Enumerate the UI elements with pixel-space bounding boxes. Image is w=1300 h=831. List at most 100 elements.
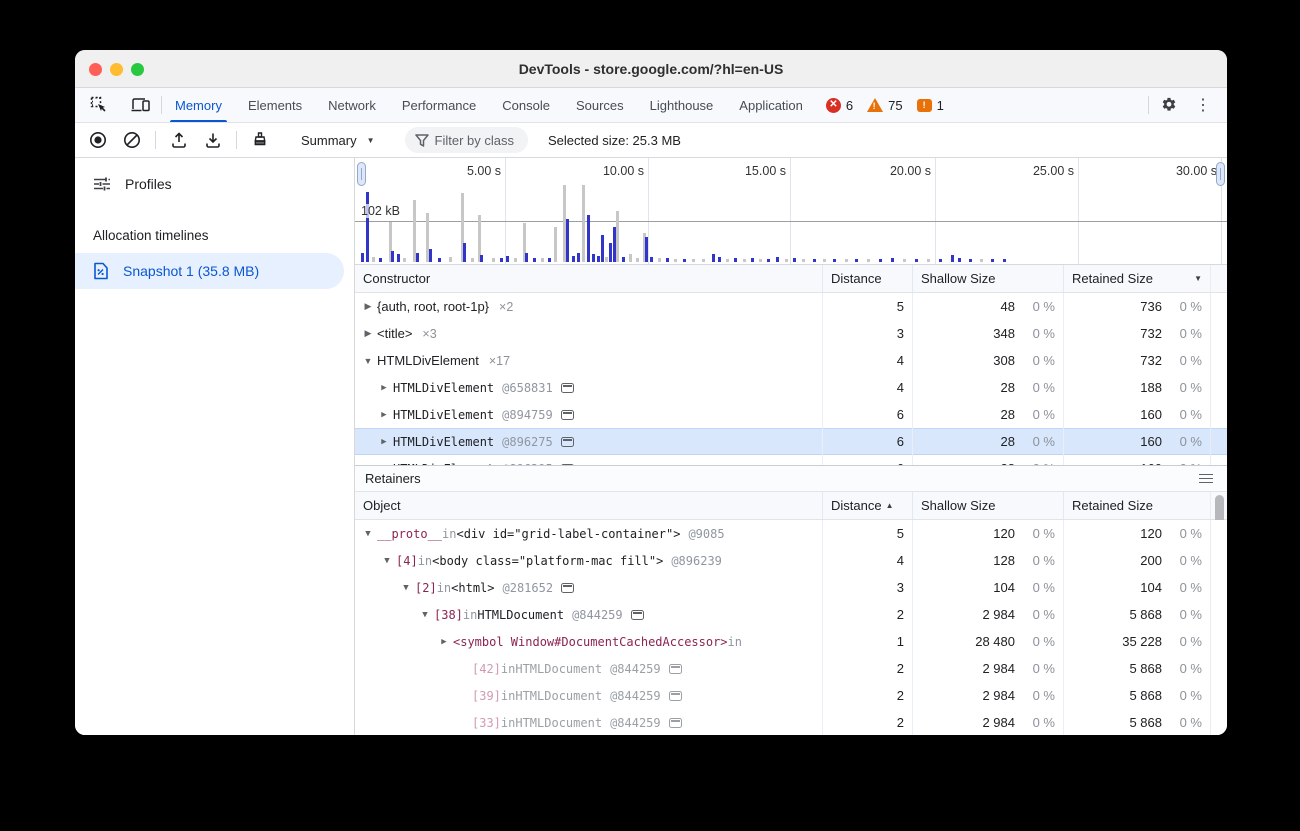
retainer-row[interactable]: ▼[4] in <body class="platform-mac fill">… xyxy=(355,547,1227,574)
tab-performance[interactable]: Performance xyxy=(389,88,489,122)
issues-icon: ! xyxy=(917,99,932,112)
section-grip-icon[interactable] xyxy=(1199,474,1217,484)
retained-size-value: 160 xyxy=(1140,407,1162,422)
save-profile-icon[interactable] xyxy=(198,127,228,153)
tab-memory[interactable]: Memory xyxy=(162,88,235,122)
reveal-in-elements-icon[interactable] xyxy=(561,437,574,447)
retainer-in-label: in xyxy=(418,554,432,568)
snapshot-file-icon xyxy=(93,262,109,280)
expand-collapse-icon[interactable]: ▼ xyxy=(363,356,373,366)
tab-lighthouse[interactable]: Lighthouse xyxy=(637,88,727,122)
allocation-bar xyxy=(592,254,595,262)
allocation-timeline-chart[interactable]: 102 kB 5.00 s10.00 s15.00 s20.00 s25.00 … xyxy=(355,158,1227,265)
clear-profiles-icon[interactable] xyxy=(117,127,147,153)
retainer-in-label: in xyxy=(501,716,515,730)
cell-distance: 2 xyxy=(822,655,912,682)
reveal-in-elements-icon[interactable] xyxy=(561,383,574,393)
expand-arrow-icon[interactable]: ▶ xyxy=(363,328,373,339)
column-shallow-size[interactable]: Shallow Size xyxy=(912,265,1063,292)
cell-object: [33] in HTMLDocument@844259 xyxy=(355,716,822,730)
constructor-row[interactable]: ▶<title>×333480 %7320 % xyxy=(355,320,1227,347)
retainers-table-header: Object Distance▲ Shallow Size Retained S… xyxy=(355,492,1227,520)
class-filter-input[interactable]: Filter by class xyxy=(405,127,528,153)
distance-value: 2 xyxy=(897,661,904,676)
range-handle-left[interactable] xyxy=(357,162,366,186)
expand-collapse-icon[interactable]: ▼ xyxy=(382,556,392,566)
expand-arrow-icon[interactable]: ▶ xyxy=(363,301,373,312)
expand-collapse-icon[interactable]: ▼ xyxy=(401,583,411,593)
constructor-scrollbar[interactable] xyxy=(1210,265,1227,292)
column-distance[interactable]: Distance▲ xyxy=(822,492,912,519)
column-retained-size[interactable]: Retained Size xyxy=(1063,492,1210,519)
error-count-badge[interactable]: ✕ 6 xyxy=(826,98,853,113)
expand-arrow-icon[interactable]: ▶ xyxy=(379,464,389,466)
retainers-section-bar[interactable]: Retainers xyxy=(355,465,1227,492)
reveal-in-elements-icon[interactable] xyxy=(669,691,682,701)
memory-scale-label: 102 kB xyxy=(359,204,402,218)
settings-gear-icon[interactable] xyxy=(1155,92,1183,118)
reveal-in-elements-icon[interactable] xyxy=(669,664,682,674)
load-profile-icon[interactable] xyxy=(164,127,194,153)
reveal-in-elements-icon[interactable] xyxy=(669,718,682,728)
profiles-header[interactable]: Profiles xyxy=(75,166,354,202)
timeline-gridline xyxy=(935,158,936,264)
retainers-title: Retainers xyxy=(365,471,421,486)
constructor-row[interactable]: ▶HTMLDivElement@8962956280 %1600 % xyxy=(355,455,1227,465)
column-constructor[interactable]: Constructor xyxy=(355,271,822,286)
retainer-row[interactable]: [42] in HTMLDocument@84425922 9840 %5 86… xyxy=(355,655,1227,682)
constructor-row[interactable]: ▶HTMLDivElement@8962756280 %1600 % xyxy=(355,428,1227,455)
constructor-row[interactable]: ▶HTMLDivElement@6588314280 %1880 % xyxy=(355,374,1227,401)
tab-sources[interactable]: Sources xyxy=(563,88,637,122)
column-shallow-size[interactable]: Shallow Size xyxy=(912,492,1063,519)
cell-distance: 1 xyxy=(822,628,912,655)
cell-distance: 5 xyxy=(822,520,912,547)
reveal-in-elements-icon[interactable] xyxy=(561,583,574,593)
constructor-row[interactable]: ▶HTMLDivElement@8947596280 %1600 % xyxy=(355,401,1227,428)
shallow-size-value: 2 984 xyxy=(982,661,1015,676)
kebab-menu-icon[interactable]: ⋮ xyxy=(1189,92,1217,118)
device-toolbar-icon[interactable] xyxy=(127,92,155,118)
range-handle-right[interactable] xyxy=(1216,162,1225,186)
column-retained-size[interactable]: Retained Size▼ xyxy=(1063,265,1210,292)
retainers-scrollbar[interactable] xyxy=(1210,492,1227,519)
retainer-row[interactable]: ▶<symbol Window#DocumentCachedAccessor> … xyxy=(355,628,1227,655)
retained-size-value: 160 xyxy=(1140,434,1162,449)
retainer-row[interactable]: ▼[38] in HTMLDocument@84425922 9840 %5 8… xyxy=(355,601,1227,628)
close-window-button[interactable] xyxy=(89,63,102,76)
expand-arrow-icon[interactable]: ▶ xyxy=(379,437,389,447)
tab-elements[interactable]: Elements xyxy=(235,88,315,122)
sidebar-item-snapshot-1[interactable]: Snapshot 1 (35.8 MB) xyxy=(75,253,344,289)
issues-count-badge[interactable]: ! 1 xyxy=(917,98,944,113)
warning-count-badge[interactable]: 75 xyxy=(867,98,902,113)
expand-arrow-icon[interactable]: ▶ xyxy=(379,410,389,420)
reveal-in-elements-icon[interactable] xyxy=(561,464,574,466)
record-heap-icon[interactable] xyxy=(83,127,113,153)
collect-garbage-icon[interactable] xyxy=(245,127,275,153)
expand-collapse-icon[interactable]: ▼ xyxy=(363,529,373,539)
constructor-row[interactable]: ▼HTMLDivElement×1743080 %7320 % xyxy=(355,347,1227,374)
cell-shallow-size: 1200 % xyxy=(912,520,1063,547)
tab-application[interactable]: Application xyxy=(726,88,816,122)
reveal-in-elements-icon[interactable] xyxy=(561,410,574,420)
expand-arrow-icon[interactable]: ▶ xyxy=(439,637,449,647)
scrollbar-track xyxy=(1210,601,1227,628)
expand-arrow-icon[interactable]: ▶ xyxy=(379,383,389,393)
column-distance[interactable]: Distance xyxy=(822,265,912,292)
minimize-window-button[interactable] xyxy=(110,63,123,76)
inspect-element-icon[interactable] xyxy=(85,92,113,118)
expand-collapse-icon[interactable]: ▼ xyxy=(420,610,430,620)
tab-console[interactable]: Console xyxy=(489,88,563,122)
retainer-row[interactable]: ▼__proto__ in <div id="grid-label-contai… xyxy=(355,520,1227,547)
retainer-row[interactable]: [39] in HTMLDocument@84425922 9840 %5 86… xyxy=(355,682,1227,709)
retained-size-percent: 0 % xyxy=(1162,326,1202,341)
perspective-select[interactable]: Summary▼ xyxy=(293,130,383,151)
retainer-row[interactable]: ▼[2] in <html>@28165231040 %1040 % xyxy=(355,574,1227,601)
tab-network[interactable]: Network xyxy=(315,88,389,122)
allocation-bar xyxy=(785,259,788,262)
zoom-window-button[interactable] xyxy=(131,63,144,76)
retainer-row[interactable]: [33] in HTMLDocument@84425922 9840 %5 86… xyxy=(355,709,1227,735)
reveal-in-elements-icon[interactable] xyxy=(631,610,644,620)
constructor-row[interactable]: ▶{auth, root, root-1p}×25480 %7360 % xyxy=(355,293,1227,320)
shallow-size-percent: 0 % xyxy=(1015,353,1055,368)
column-object[interactable]: Object xyxy=(355,498,822,513)
